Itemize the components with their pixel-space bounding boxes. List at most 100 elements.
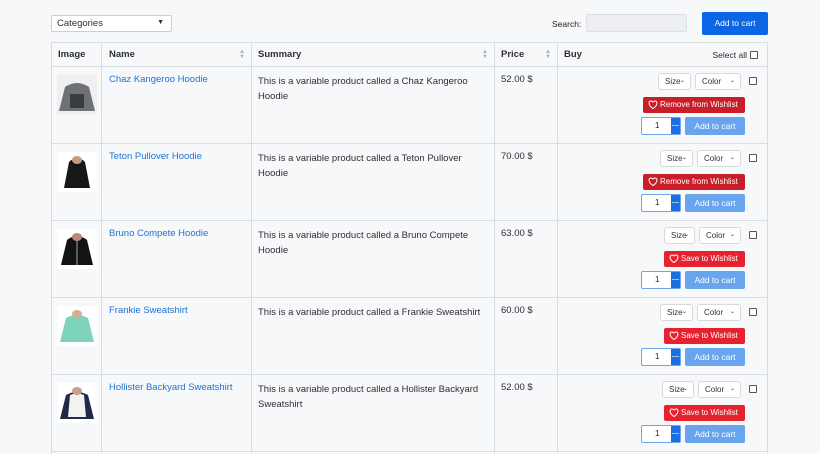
color-select[interactable]: Color ⌄: [697, 150, 741, 167]
table-row: Bruno Compete Hoodie This is a variable …: [52, 221, 767, 298]
stepper-buttons[interactable]: [671, 118, 680, 134]
quantity-stepper[interactable]: 1: [641, 271, 681, 289]
product-image[interactable]: [57, 306, 97, 346]
stepper-buttons[interactable]: [671, 426, 680, 442]
product-summary: This is a variable product called a Chaz…: [258, 76, 468, 102]
color-select[interactable]: Color ⌄: [697, 304, 741, 321]
product-image[interactable]: [57, 152, 97, 192]
column-header-summary[interactable]: Summary ▲ ▼: [252, 43, 494, 67]
stepper-buttons[interactable]: [671, 195, 680, 211]
product-summary: This is a variable product called a Holl…: [258, 384, 479, 410]
chevron-down-icon: ⌄: [729, 386, 735, 392]
quantity-value[interactable]: 1: [655, 121, 659, 130]
product-image[interactable]: [57, 229, 97, 269]
search-input[interactable]: [586, 14, 687, 32]
row-add-to-cart-button[interactable]: Add to cart: [685, 271, 745, 289]
color-select[interactable]: Color ⌄: [699, 227, 741, 244]
save-to-wishlist-button[interactable]: Save to Wishlist: [664, 328, 745, 344]
stepper-buttons[interactable]: [671, 349, 680, 365]
product-name-link[interactable]: Teton Pullover Hoodie: [109, 151, 202, 162]
quantity-stepper[interactable]: 1: [641, 425, 681, 443]
size-select[interactable]: Size ⌄: [660, 150, 693, 167]
caret-down-icon: ▼: [157, 19, 164, 26]
remove-from-wishlist-button[interactable]: Remove from Wishlist: [643, 174, 745, 190]
product-price: 63.00 $: [501, 228, 533, 239]
table-row: Frankie Sweatshirt This is a variable pr…: [52, 298, 767, 375]
sort-icon: ▲ ▼: [545, 49, 551, 60]
row-select-checkbox[interactable]: [749, 385, 757, 393]
row-select-checkbox[interactable]: [749, 308, 757, 316]
wishlist-button-label: Remove from Wishlist: [660, 177, 738, 186]
product-name-link[interactable]: Hollister Backyard Sweatshirt: [109, 382, 233, 393]
product-price: 52.00 $: [501, 382, 533, 393]
chevron-down-icon: ⌄: [682, 386, 688, 392]
row-select-checkbox[interactable]: [749, 154, 757, 162]
table-row: Teton Pullover Hoodie This is a variable…: [52, 144, 767, 221]
stepper-buttons[interactable]: [671, 272, 680, 288]
categories-select-label: Categories: [57, 18, 103, 29]
color-select-label: Color: [704, 308, 724, 317]
product-image[interactable]: [57, 383, 97, 423]
table-row: Hollister Backyard Sweatshirt This is a …: [52, 375, 767, 452]
size-select-label: Size: [667, 308, 683, 317]
remove-from-wishlist-button[interactable]: Remove from Wishlist: [643, 97, 745, 113]
add-to-cart-button[interactable]: Add to cart: [702, 12, 768, 35]
row-add-to-cart-button[interactable]: Add to cart: [685, 117, 745, 135]
select-all-checkbox[interactable]: [750, 51, 758, 59]
chevron-down-icon: ⌄: [681, 155, 687, 161]
product-summary: This is a variable product called a Fran…: [258, 307, 481, 318]
product-name-link[interactable]: Chaz Kangeroo Hoodie: [109, 74, 208, 85]
quantity-value[interactable]: 1: [655, 429, 659, 438]
color-select-label: Color: [702, 77, 722, 86]
column-header-name-label: Name: [109, 49, 135, 60]
search-label: Search:: [552, 19, 582, 29]
chevron-down-icon: ⌄: [729, 309, 735, 315]
size-select[interactable]: Size ⌄: [664, 227, 695, 244]
chevron-down-icon: ⌄: [681, 309, 687, 315]
quantity-value[interactable]: 1: [655, 275, 659, 284]
table-row: Chaz Kangeroo Hoodie This is a variable …: [52, 67, 767, 144]
sort-icon: ▲ ▼: [239, 49, 245, 60]
categories-select[interactable]: Categories ▼: [51, 15, 172, 32]
product-image[interactable]: [57, 75, 97, 115]
size-select[interactable]: Size ⌄: [662, 381, 694, 398]
quantity-value[interactable]: 1: [655, 352, 659, 361]
column-header-name[interactable]: Name ▲ ▼: [103, 43, 251, 67]
quantity-stepper[interactable]: 1: [641, 117, 681, 135]
column-header-price[interactable]: Price ▲ ▼: [495, 43, 557, 67]
row-select-checkbox[interactable]: [749, 77, 757, 85]
product-name-link[interactable]: Frankie Sweatshirt: [109, 305, 188, 316]
size-select-label: Size: [667, 154, 683, 163]
size-select-label: Size: [665, 77, 681, 86]
row-add-to-cart-button[interactable]: Add to cart: [685, 194, 745, 212]
color-select[interactable]: Color ⌄: [698, 381, 741, 398]
product-price: 70.00 $: [501, 151, 533, 162]
chevron-down-icon: ⌄: [683, 232, 689, 238]
save-to-wishlist-button[interactable]: Save to Wishlist: [664, 405, 745, 421]
color-select[interactable]: Color ⌄: [695, 73, 741, 90]
column-header-buy: Buy Select all: [558, 43, 768, 67]
size-select[interactable]: Size ⌄: [660, 304, 693, 321]
chevron-down-icon: ⌄: [729, 232, 735, 238]
row-add-to-cart-button[interactable]: Add to cart: [685, 348, 745, 366]
wishlist-button-label: Remove from Wishlist: [660, 100, 738, 109]
select-all-control[interactable]: Select all: [712, 43, 758, 67]
select-all-label: Select all: [712, 50, 748, 60]
quantity-value[interactable]: 1: [655, 198, 659, 207]
table-header: Image Name ▲ ▼ Summary ▲ ▼ Price ▲ ▼ Buy Se…: [52, 43, 767, 67]
size-select[interactable]: Size ⌄: [658, 73, 691, 90]
column-header-image: Image: [52, 43, 101, 67]
row-select-checkbox[interactable]: [749, 231, 757, 239]
color-select-label: Color: [705, 385, 725, 394]
quantity-stepper[interactable]: 1: [641, 194, 681, 212]
wishlist-button-label: Save to Wishlist: [681, 254, 738, 263]
product-name-link[interactable]: Bruno Compete Hoodie: [109, 228, 208, 239]
row-add-to-cart-button[interactable]: Add to cart: [685, 425, 745, 443]
quantity-stepper[interactable]: 1: [641, 348, 681, 366]
column-header-buy-label: Buy: [564, 49, 582, 60]
heart-icon: [669, 408, 679, 417]
chevron-down-icon: ⌄: [679, 78, 685, 84]
save-to-wishlist-button[interactable]: Save to Wishlist: [664, 251, 745, 267]
column-header-summary-label: Summary: [258, 49, 302, 60]
color-select-label: Color: [706, 231, 726, 240]
